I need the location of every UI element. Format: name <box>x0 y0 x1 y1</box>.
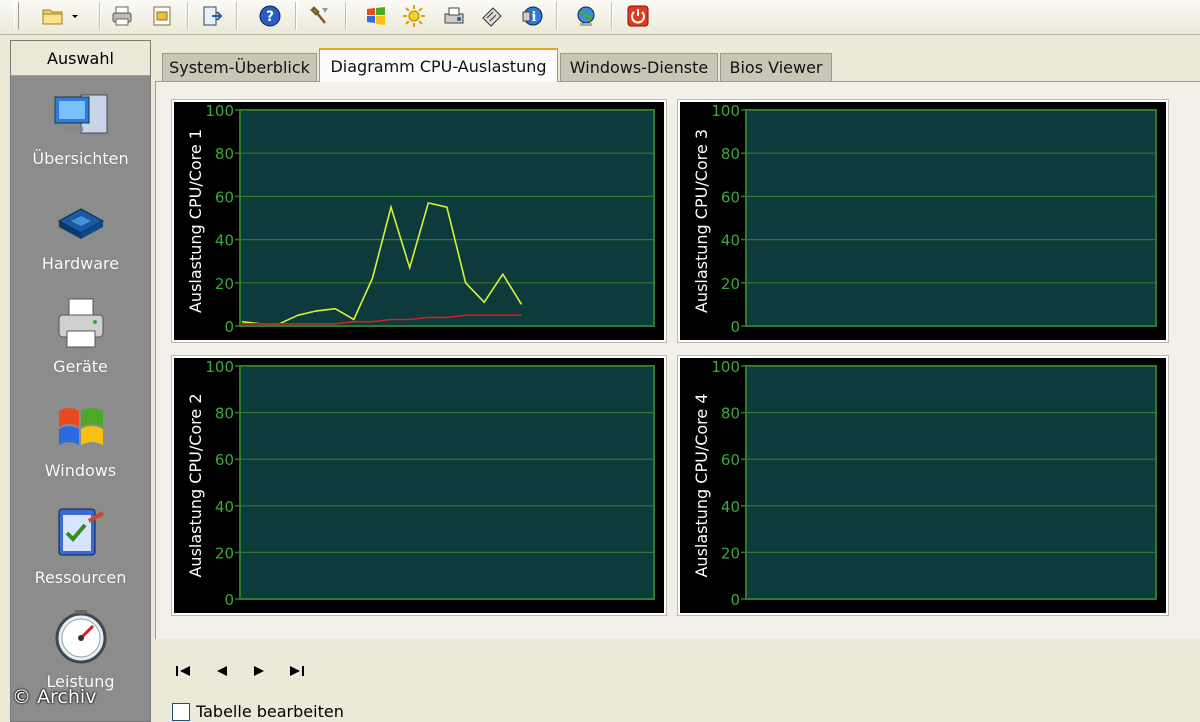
printer-icon[interactable] <box>108 2 136 30</box>
printer-icon <box>58 298 103 348</box>
checkbox-box[interactable] <box>172 702 190 721</box>
chart-core-4: 0 20 40 60 80 100 Auslastung CPU/Core 4 <box>678 356 1168 615</box>
sidebar-item-label: Windows <box>44 461 117 480</box>
last-record-button[interactable] <box>286 660 308 682</box>
chart-core-3: 0 20 40 60 80 100 Auslastung CPU/Core 3 <box>678 100 1168 342</box>
windows-logo-icon <box>58 408 103 445</box>
windows-logo-icon[interactable] <box>362 2 390 30</box>
y-tick-label: 20 <box>215 275 234 293</box>
next-record-button[interactable] <box>248 660 270 682</box>
chart-core-1-plot: 0 20 40 60 80 100Auslastung CPU/Core 1 <box>186 102 655 336</box>
y-tick-label: 100 <box>711 102 740 120</box>
y-tick-label: 100 <box>205 358 234 376</box>
sidebar-item-label: Geräte <box>53 357 108 376</box>
plot-area <box>239 365 655 600</box>
folder-icon[interactable] <box>36 2 70 30</box>
y-tick-label: 0 <box>224 591 234 609</box>
y-axis-label: Auslastung CPU/Core 3 <box>692 129 711 313</box>
export-icon[interactable] <box>198 2 226 30</box>
y-tick-label: 80 <box>215 145 234 163</box>
chart-core-2: 0 20 40 60 80 100 Auslastung CPU/Core 2 <box>172 356 666 615</box>
y-tick-label: 0 <box>224 318 234 336</box>
watermark: © Archiv <box>12 686 97 708</box>
sidebar-item-uebersichten[interactable]: Übersichten <box>11 91 150 191</box>
table-edit-checkbox[interactable]: Tabelle bearbeiten <box>172 702 344 721</box>
tab-windows-dienste[interactable]: Windows-Dienste <box>560 53 718 81</box>
sidebar-item-hardware[interactable]: Hardware <box>11 199 150 299</box>
toolbar-separator <box>556 2 558 30</box>
svg-text:i: i <box>532 10 537 25</box>
first-record-button[interactable] <box>172 660 194 682</box>
next-icon <box>254 666 264 676</box>
toolbar-separator <box>295 2 297 30</box>
tab-system-ueberblick[interactable]: System-Überblick <box>162 53 317 81</box>
y-tick-label: 60 <box>721 188 740 206</box>
chart-core-3-plot: 0 20 40 60 80 100Auslastung CPU/Core 3 <box>692 102 1157 336</box>
chart-core-1: 0 20 40 60 80 100 Auslastung CPU/Core 1 <box>172 100 666 342</box>
chevron-down-icon[interactable] <box>68 2 82 30</box>
y-tick-label: 40 <box>721 232 740 250</box>
sun-icon[interactable] <box>400 2 428 30</box>
y-axis-label: Auslastung CPU/Core 4 <box>692 393 711 577</box>
y-tick-label: 40 <box>215 498 234 516</box>
y-tick-label: 40 <box>721 498 740 516</box>
y-tick-label: 40 <box>215 232 234 250</box>
first-icon <box>176 666 190 676</box>
computer-icon <box>54 94 107 134</box>
previous-icon <box>217 666 227 676</box>
last-icon <box>290 666 304 676</box>
previous-record-button[interactable] <box>211 660 233 682</box>
info-icon[interactable]: i <box>518 2 546 30</box>
table-edit-label: Tabelle bearbeiten <box>196 702 344 721</box>
y-tick-label: 100 <box>205 102 234 120</box>
y-tick-label: 60 <box>215 451 234 469</box>
plot-area <box>745 365 1157 600</box>
y-tick-label: 20 <box>721 544 740 562</box>
y-tick-label: 20 <box>721 275 740 293</box>
chip-icon <box>57 208 104 239</box>
toolbar-separator <box>236 2 238 30</box>
clipboard-check-icon <box>58 508 104 556</box>
y-tick-label: 80 <box>721 145 740 163</box>
y-tick-label: 80 <box>721 405 740 423</box>
tab-bios-viewer[interactable]: Bios Viewer <box>720 53 832 81</box>
scanner-icon[interactable] <box>440 2 468 30</box>
sidebar: Auswahl Übersichten Hardware Geräte Wind… <box>10 40 151 722</box>
svg-text:?: ? <box>266 9 274 25</box>
toolbar-grip[interactable] <box>14 2 19 30</box>
sidebar-item-ressourcen[interactable]: Ressourcen <box>11 503 150 603</box>
sidebar-header: Auswahl <box>11 41 150 76</box>
toolbar-separator <box>187 2 189 30</box>
print-preview-icon[interactable] <box>148 2 176 30</box>
help-icon[interactable]: ? <box>256 2 284 30</box>
gauge-icon <box>55 610 106 664</box>
toolbar: ? i <box>0 0 1200 35</box>
sidebar-item-windows[interactable]: Windows <box>11 401 150 501</box>
chart-core-2-plot: 0 20 40 60 80 100Auslastung CPU/Core 2 <box>186 358 655 609</box>
y-tick-label: 0 <box>730 591 740 609</box>
y-tick-label: 80 <box>215 405 234 423</box>
chart-core-4-plot: 0 20 40 60 80 100Auslastung CPU/Core 4 <box>692 358 1157 609</box>
sidebar-item-label: Ressourcen <box>34 568 127 587</box>
sidebar-item-label: Übersichten <box>32 149 129 168</box>
sidebar-item-label: Hardware <box>41 254 120 273</box>
plot-area <box>239 109 655 327</box>
toolbar-separator <box>611 2 613 30</box>
power-icon[interactable] <box>624 2 652 30</box>
toolbar-separator <box>99 2 101 30</box>
y-tick-label: 100 <box>711 358 740 376</box>
tools-icon[interactable] <box>306 2 334 30</box>
y-tick-label: 20 <box>215 544 234 562</box>
y-axis-label: Auslastung CPU/Core 1 <box>186 129 205 313</box>
y-tick-label: 60 <box>721 451 740 469</box>
keyboard-icon[interactable] <box>478 2 506 30</box>
globe-icon[interactable] <box>572 2 600 30</box>
y-axis-label: Auslastung CPU/Core 2 <box>186 393 205 577</box>
tab-diagramm-cpu-auslastung[interactable]: Diagramm CPU-Auslastung <box>319 48 558 82</box>
y-tick-label: 0 <box>730 318 740 336</box>
y-tick-label: 60 <box>215 188 234 206</box>
plot-area <box>745 109 1157 327</box>
toolbar-separator <box>345 2 347 30</box>
sidebar-item-geraete[interactable]: Geräte <box>11 297 150 397</box>
